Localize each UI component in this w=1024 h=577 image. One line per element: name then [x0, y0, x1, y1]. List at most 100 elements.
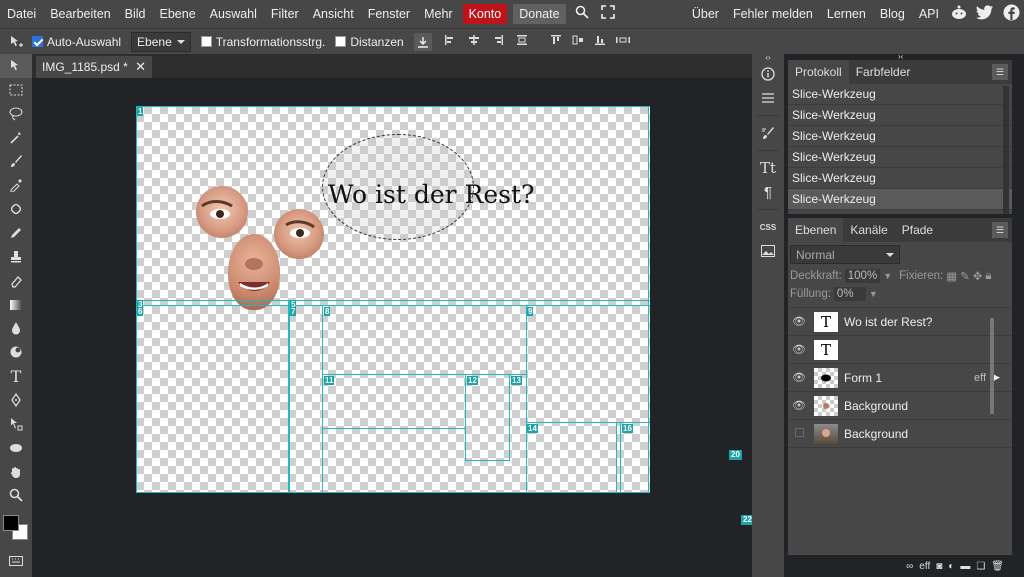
lock-brush-icon[interactable]: ✎ — [960, 269, 970, 283]
gradient-tool[interactable] — [0, 293, 32, 317]
healing-tool[interactable] — [0, 197, 32, 221]
history-scrollbar[interactable] — [1003, 86, 1009, 214]
eraser-tool[interactable] — [0, 269, 32, 293]
panel-menu-icon[interactable]: ☰ — [992, 64, 1008, 80]
fill-dropdown-icon[interactable]: ▼ — [869, 289, 878, 299]
distances-checkbox[interactable] — [335, 36, 347, 47]
align-middle-icon[interactable] — [572, 34, 584, 49]
menu-more[interactable]: Mehr — [417, 0, 459, 28]
history-item-current[interactable]: Slice-Werkzeug — [788, 189, 1012, 210]
account-button[interactable]: Konto — [462, 4, 508, 24]
layer-row[interactable]: Background — [788, 420, 1012, 448]
menu-blog[interactable]: Blog — [873, 0, 912, 28]
eye-icon[interactable]: 👁︎ — [788, 315, 810, 328]
menu-layer[interactable]: Ebene — [153, 0, 203, 28]
menu-filter[interactable]: Filter — [264, 0, 306, 28]
layers-scrollbar[interactable] — [990, 318, 994, 414]
eye-icon[interactable]: 👁︎ — [788, 371, 810, 384]
slice-number[interactable]: 7 — [290, 307, 297, 316]
mask-icon[interactable]: ◙ — [936, 561, 942, 572]
path-select-tool[interactable] — [0, 412, 32, 436]
collapse-icon[interactable]: ‹› — [752, 54, 784, 62]
adjustments-icon[interactable] — [752, 86, 784, 110]
link-icon[interactable]: ∞ — [906, 561, 913, 572]
lock-pixels-icon[interactable]: ▦ — [946, 269, 957, 283]
trash-icon[interactable]: 🗑︎ — [991, 561, 1004, 572]
slice-number[interactable]: 12 — [467, 376, 478, 385]
history-item[interactable]: Slice-Werkzeug — [788, 84, 1012, 105]
brush-settings-icon[interactable] — [752, 121, 784, 145]
tab-history[interactable]: Protokoll — [788, 60, 849, 84]
paragraph-icon[interactable]: ¶ — [752, 180, 784, 204]
history-item[interactable]: Slice-Werkzeug — [788, 126, 1012, 147]
slice-number[interactable]: 11 — [324, 376, 335, 385]
panel-menu-icon[interactable]: ☰ — [992, 222, 1008, 238]
slice-number[interactable]: 16 — [622, 424, 633, 433]
menu-file[interactable]: Datei — [0, 0, 43, 28]
menu-api[interactable]: API — [912, 0, 946, 28]
color-swatches[interactable] — [0, 513, 32, 549]
lock-move-icon[interactable]: ✥ — [973, 269, 983, 283]
menu-report-bug[interactable]: Fehler melden — [726, 0, 820, 28]
slice-number-outside[interactable]: 20 — [729, 450, 742, 460]
download-icon[interactable] — [413, 32, 432, 51]
character-icon[interactable]: Tt — [752, 156, 784, 180]
blur-tool[interactable] — [0, 316, 32, 340]
close-icon[interactable]: ✕ — [135, 56, 146, 78]
lock-all-icon[interactable]: 🔒︎ — [985, 270, 991, 283]
keyboard-icon[interactable] — [0, 549, 32, 573]
slice-number[interactable]: 1 — [137, 107, 144, 116]
distribute-horizontal-icon[interactable] — [615, 34, 630, 49]
text-tool[interactable]: T — [0, 364, 32, 388]
opacity-dropdown-icon[interactable]: ▼ — [883, 271, 892, 281]
menu-window[interactable]: Fenster — [361, 0, 417, 28]
foreground-color[interactable] — [3, 515, 19, 532]
distribute-icon[interactable] — [516, 34, 528, 49]
reddit-icon[interactable] — [946, 4, 972, 24]
auto-select-checkbox[interactable] — [32, 36, 43, 47]
zoom-tool[interactable] — [0, 483, 32, 507]
slice-number[interactable]: 6 — [137, 307, 144, 316]
align-right-icon[interactable] — [492, 34, 504, 49]
adjustment-layer-icon[interactable]: ◐ — [948, 561, 954, 572]
pen-tool[interactable] — [0, 388, 32, 412]
tab-channels[interactable]: Kanäle — [843, 218, 894, 242]
tab-paths[interactable]: Pfade — [895, 218, 940, 242]
eyedropper-tool[interactable] — [0, 173, 32, 197]
align-top-icon[interactable] — [550, 34, 562, 49]
effects-icon[interactable]: eff — [919, 561, 930, 572]
css-icon[interactable]: CSS — [752, 215, 784, 239]
menu-select[interactable]: Auswahl — [203, 0, 264, 28]
opacity-input[interactable]: 100% — [844, 269, 881, 283]
history-item[interactable]: Slice-Werkzeug — [788, 105, 1012, 126]
layer-row[interactable]: 👁︎ Background — [788, 392, 1012, 420]
layer-effects-badge[interactable]: eff — [974, 372, 986, 384]
hand-tool[interactable] — [0, 460, 32, 484]
align-center-icon[interactable] — [468, 34, 480, 49]
history-item[interactable]: Slice-Werkzeug — [788, 147, 1012, 168]
tab-swatches[interactable]: Farbfelder — [849, 60, 918, 84]
lasso-tool[interactable] — [0, 102, 32, 126]
stamp-tool[interactable] — [0, 245, 32, 269]
eye-icon[interactable]: 👁︎ — [788, 399, 810, 412]
slice-number[interactable]: 9 — [527, 307, 534, 316]
slice-number[interactable]: 13 — [511, 376, 522, 385]
facebook-icon[interactable] — [998, 4, 1024, 25]
auto-select-target-select[interactable]: Ebene — [131, 31, 191, 52]
transform-controls-checkbox[interactable] — [200, 36, 212, 47]
dodge-tool[interactable] — [0, 340, 32, 364]
slice-number[interactable]: 14 — [527, 424, 538, 433]
layer-row[interactable]: 👁︎ T Wo ist der Rest? — [788, 308, 1012, 336]
layer-row[interactable]: 👁︎ Form 1 eff ▶ — [788, 364, 1012, 392]
slice-number[interactable]: 8 — [324, 307, 331, 316]
history-item[interactable]: Slice-Werkzeug — [788, 168, 1012, 189]
menu-view[interactable]: Ansicht — [306, 0, 361, 28]
magic-wand-tool[interactable] — [0, 126, 32, 150]
pencil-tool[interactable] — [0, 221, 32, 245]
marquee-tool[interactable] — [0, 78, 32, 102]
menu-learn[interactable]: Lernen — [820, 0, 873, 28]
align-left-icon[interactable] — [444, 34, 456, 49]
move-tool[interactable] — [0, 54, 32, 78]
align-bottom-icon[interactable] — [594, 34, 606, 49]
fill-input[interactable]: 0% — [833, 287, 866, 301]
